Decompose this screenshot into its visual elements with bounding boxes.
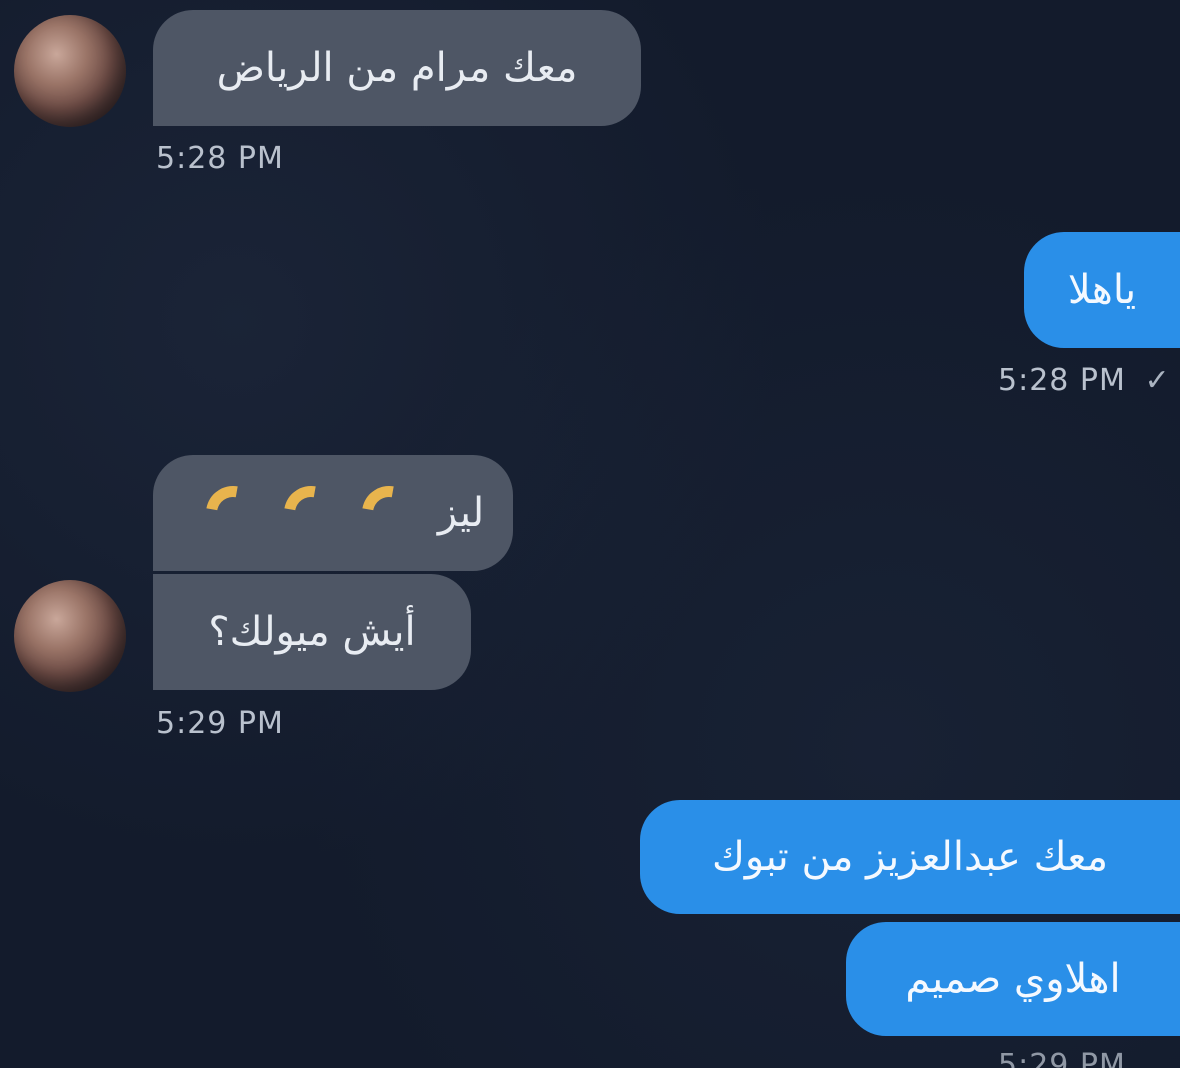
- message-text: اهلاوي صميم: [905, 956, 1121, 1002]
- message-timestamp-text: 5:28 PM: [998, 363, 1126, 398]
- banana-emoji-icon: [182, 475, 427, 551]
- message-bubble-outgoing[interactable]: اهلاوي صميم: [846, 922, 1180, 1036]
- message-text: معك عبدالعزيز من تبوك: [711, 834, 1109, 880]
- message-text: معك مرام من الرياض: [216, 45, 578, 91]
- message-bubble-incoming[interactable]: معك مرام من الرياض: [153, 10, 641, 126]
- message-text: ليز: [437, 490, 485, 536]
- message-timestamp: 5:28 PM: [156, 141, 284, 176]
- avatar[interactable]: [14, 580, 126, 692]
- message-bubble-outgoing[interactable]: معك عبدالعزيز من تبوك: [640, 800, 1180, 914]
- message-text: ياهلا: [1067, 267, 1137, 313]
- message-timestamp: 5:29 PM: [156, 706, 284, 741]
- message-bubble-outgoing[interactable]: ياهلا: [1024, 232, 1180, 348]
- chat-thread: معك مرام من الرياض 5:28 PM ياهلا 5:28 PM…: [0, 0, 1180, 1068]
- avatar[interactable]: [14, 15, 126, 127]
- message-text: أيش ميولك؟: [208, 609, 416, 655]
- message-bubble-incoming[interactable]: ليز: [153, 455, 513, 571]
- message-bubble-incoming[interactable]: أيش ميولك؟: [153, 574, 471, 690]
- message-timestamp: 5:28 PM ✓: [998, 363, 1171, 398]
- check-icon: ✓: [1144, 363, 1171, 398]
- message-timestamp: 5:29 PM: [998, 1048, 1126, 1068]
